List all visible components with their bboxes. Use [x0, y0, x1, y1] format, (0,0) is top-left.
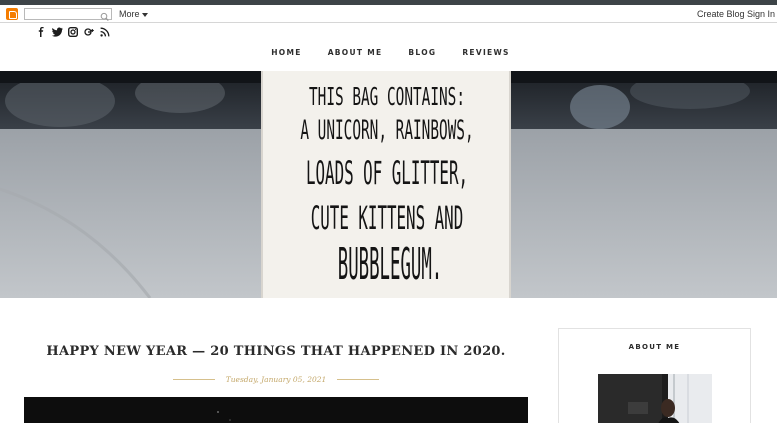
post-title[interactable]: HAPPY NEW YEAR — 20 THINGS THAT HAPPENED… — [24, 344, 528, 359]
about-me-photo — [598, 374, 712, 423]
blog-search — [24, 8, 112, 22]
blog-search-input[interactable] — [25, 9, 99, 19]
search-icon[interactable] — [99, 9, 110, 22]
bag-line-5: BUBBLEGUM. — [338, 238, 443, 289]
bag-line-1: THIS BAG CONTAINS: — [309, 82, 465, 111]
post-date: Tuesday, January 05, 2021 — [225, 374, 327, 384]
hero-banner-image: THIS BAG CONTAINS: A UNICORN, RAINBOWS, … — [0, 71, 777, 298]
bag-line-2: A UNICORN, RAINBOWS, — [300, 115, 473, 146]
rss-icon[interactable] — [100, 24, 110, 37]
nav-item-reviews[interactable]: REVIEWS — [449, 48, 522, 57]
bag-line-4: CUTE KITTENS AND — [311, 200, 464, 237]
blogger-navbar: More Create Blog Sign In — [0, 5, 777, 23]
more-menu[interactable]: More — [119, 9, 148, 19]
post-date-row: Tuesday, January 05, 2021 — [24, 373, 528, 385]
nav-item-blog[interactable]: BLOG — [395, 48, 449, 57]
social-icons — [36, 23, 110, 38]
sidebar-about-widget: ABOUT ME — [558, 328, 751, 423]
post-featured-image[interactable] — [24, 397, 528, 423]
date-divider-right — [337, 378, 380, 380]
sign-in-link[interactable]: Sign In — [747, 9, 775, 19]
more-label: More — [119, 9, 140, 19]
facebook-icon[interactable] — [36, 24, 46, 37]
date-divider-left — [172, 378, 215, 380]
main-navigation: HOME ABOUT ME BLOG REVIEWS — [0, 42, 777, 60]
google-plus-icon[interactable] — [84, 24, 94, 36]
create-blog-link[interactable]: Create Blog — [697, 9, 745, 19]
blogger-logo-icon[interactable] — [6, 8, 18, 20]
sidebar-title: ABOUT ME — [628, 343, 681, 351]
instagram-icon[interactable] — [67, 24, 79, 38]
nav-item-home[interactable]: HOME — [258, 48, 314, 57]
chevron-down-icon — [141, 12, 148, 17]
nav-item-about-me[interactable]: ABOUT ME — [315, 48, 396, 57]
bag-line-3: LOADS OF GLITTER, — [306, 155, 468, 192]
twitter-icon[interactable] — [52, 24, 63, 37]
